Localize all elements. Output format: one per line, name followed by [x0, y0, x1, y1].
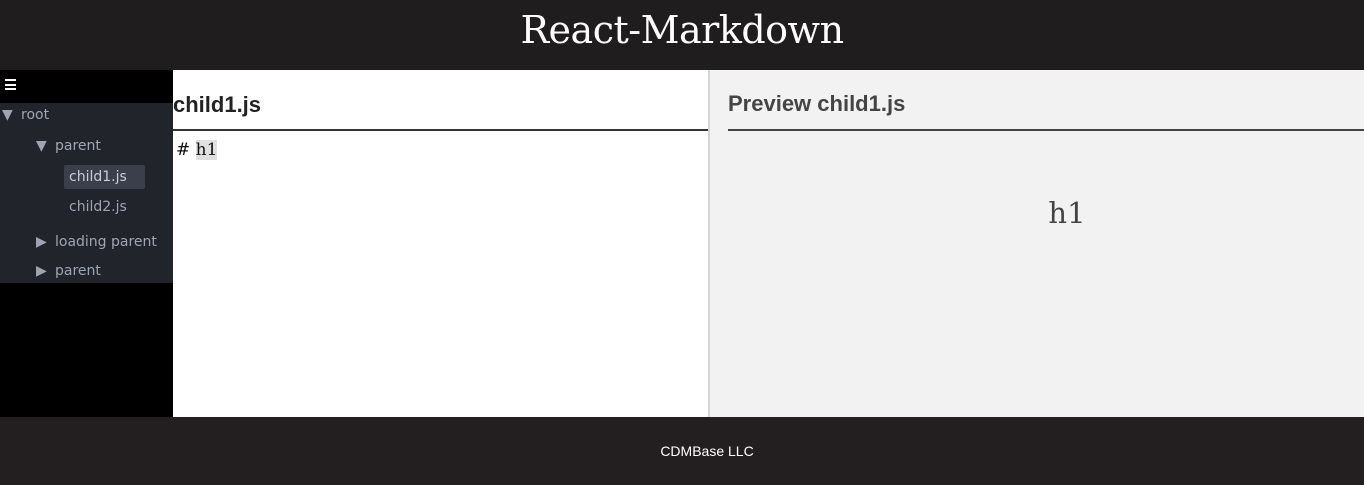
preview-divider	[728, 129, 1364, 131]
tree-node-parent-collapsed[interactable]: ▶ parent	[36, 259, 101, 283]
tree-node-child2[interactable]: child2.js	[69, 195, 127, 219]
tree-node-label: child2.js	[69, 199, 127, 215]
tree-node-label: child1.js	[69, 169, 127, 185]
triangle-right-icon[interactable]: ▶	[36, 234, 50, 250]
tree-node-loading-parent[interactable]: ▶ loading parent	[36, 230, 157, 254]
tree-node-child1[interactable]: child1.js	[64, 165, 145, 189]
sidebar-toolbar	[0, 70, 173, 103]
hamburger-icon[interactable]	[5, 79, 16, 90]
preview-panel: Preview child1.js h1	[710, 70, 1364, 417]
file-tree: ▼ root ▼ parent child1.js child2.js ▶ lo…	[0, 103, 173, 283]
editor-file-name: child1.js	[173, 92, 262, 117]
editor-selected-text: h1	[195, 140, 218, 160]
app-footer: CDMBase LLC	[0, 417, 1364, 485]
editor-divider	[173, 129, 708, 131]
triangle-down-icon[interactable]: ▼	[2, 107, 16, 123]
tree-node-parent[interactable]: ▼ parent	[36, 134, 101, 158]
preview-rendered-h1: h1	[1048, 196, 1086, 230]
triangle-right-icon[interactable]: ▶	[36, 263, 50, 279]
tree-node-label: root	[21, 107, 50, 123]
editor-panel: child1.js # h1	[173, 70, 708, 417]
markdown-editor[interactable]: # h1	[176, 140, 218, 160]
tree-node-root[interactable]: ▼ root	[2, 103, 49, 127]
triangle-down-icon[interactable]: ▼	[36, 138, 50, 154]
app-title: React-Markdown	[520, 8, 844, 52]
preview-title: Preview child1.js	[728, 91, 906, 116]
tree-node-label: loading parent	[55, 234, 157, 250]
footer-text: CDMBase LLC	[660, 443, 754, 459]
editor-text: #	[176, 140, 196, 160]
tree-node-label: parent	[55, 138, 101, 154]
tree-node-label: parent	[55, 263, 101, 279]
file-sidebar: ▼ root ▼ parent child1.js child2.js ▶ lo…	[0, 70, 173, 417]
app-header: React-Markdown	[0, 0, 1364, 70]
